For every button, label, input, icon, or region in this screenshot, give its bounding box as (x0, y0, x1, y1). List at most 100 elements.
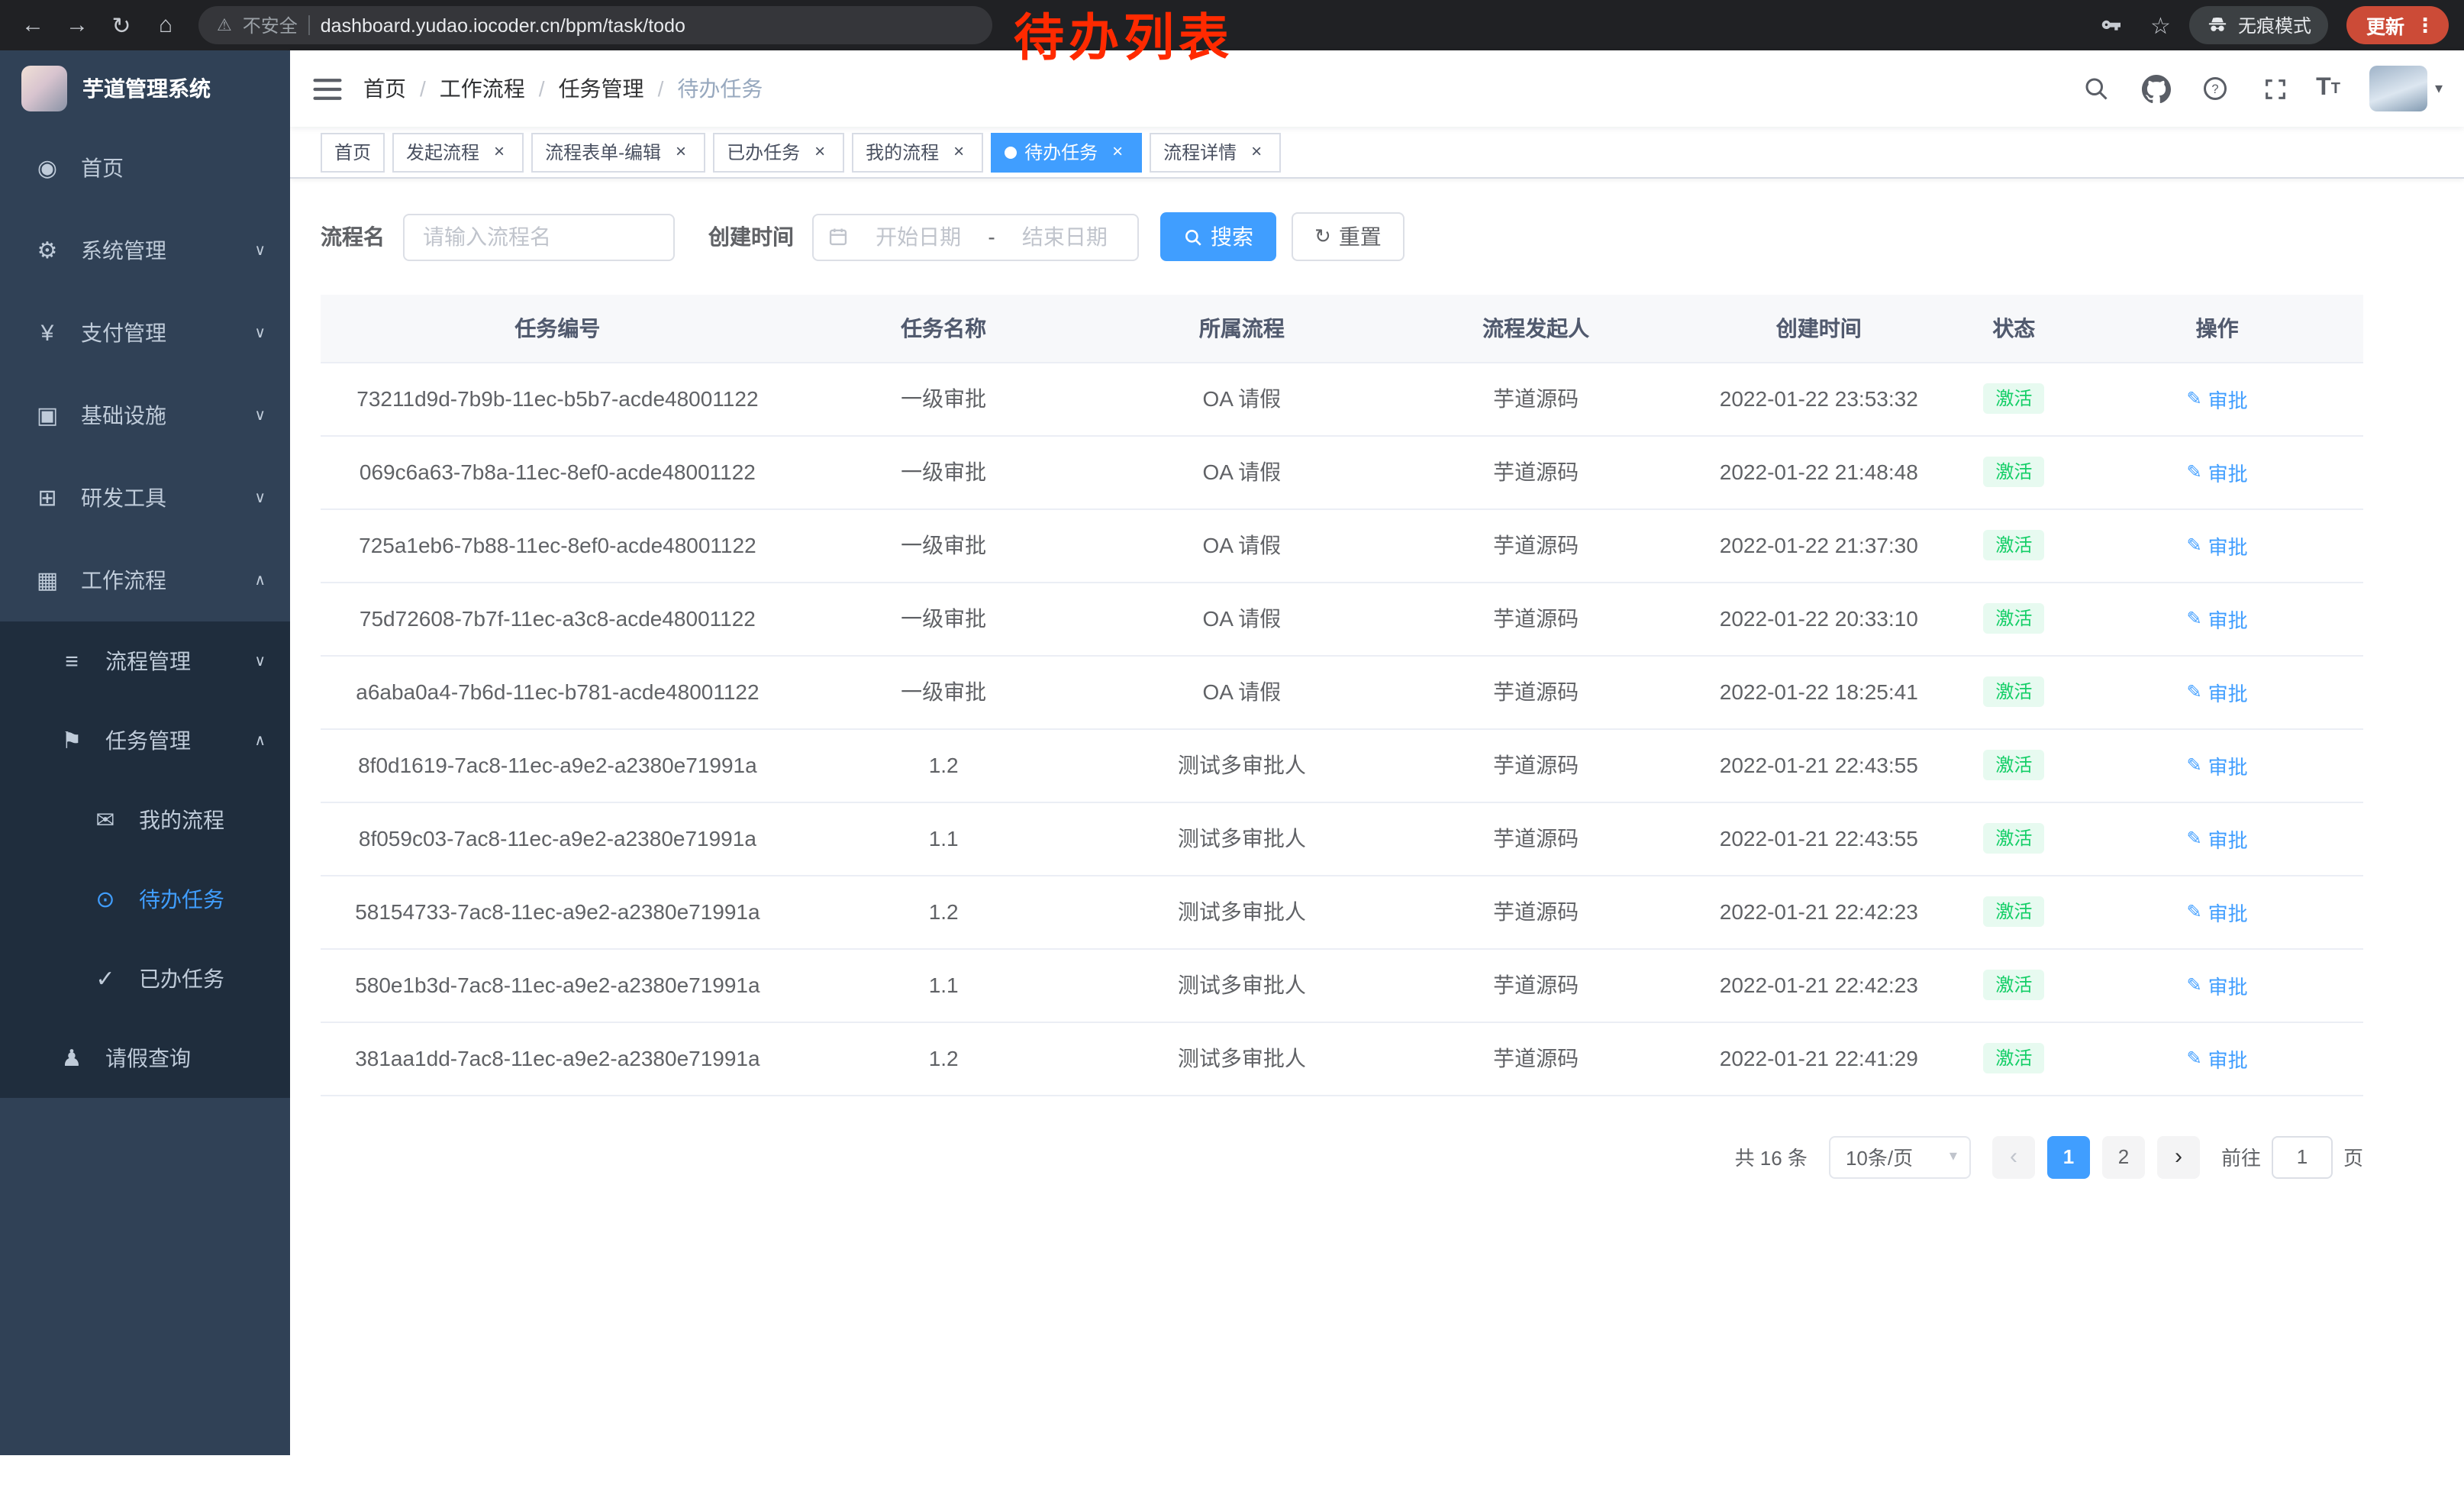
cell-status: 激活 (1956, 875, 2071, 948)
eye-icon: ⊙ (89, 886, 122, 913)
sidebar-item-process-mgmt[interactable]: ≡ 流程管理 ∨ (0, 621, 290, 701)
sidebar-item-infrastructure[interactable]: ▣ 基础设施 ∨ (0, 374, 290, 457)
browser-menu-icon[interactable]: ⋮ (2415, 13, 2435, 37)
sidebar-item-done-tasks[interactable]: ✓ 已办任务 (0, 939, 290, 1018)
start-date-placeholder: 开始日期 (859, 221, 977, 252)
cell-status: 激活 (1956, 948, 2071, 1022)
sidebar-item-my-process[interactable]: ✉ 我的流程 (0, 780, 290, 860)
page-size-select[interactable]: 10条/页 ▾ (1829, 1135, 1971, 1178)
date-separator: - (988, 224, 995, 249)
sidebar-toggle-icon[interactable] (290, 50, 363, 127)
table-body: 73211d9d-7b9b-11ec-b5b7-acde48001122一级审批… (321, 362, 2363, 1095)
prev-page-button[interactable]: ‹ (1992, 1135, 2035, 1178)
approve-link[interactable]: ✎审批 (2187, 970, 2248, 999)
check-icon: ✓ (89, 965, 122, 993)
reset-button[interactable]: ↻ 重置 (1292, 212, 1405, 261)
edit-icon: ✎ (2187, 754, 2202, 776)
red-annotation: 待办列表 (1014, 12, 1234, 65)
sidebar-item-workflow[interactable]: ▦ 工作流程 ∧ (0, 539, 290, 621)
approve-link[interactable]: ✎审批 (2187, 897, 2248, 926)
back-icon[interactable]: ← (12, 5, 53, 46)
cell-action: ✎审批 (2071, 508, 2363, 582)
cell-action: ✎审批 (2071, 948, 2363, 1022)
fullscreen-icon[interactable] (2256, 69, 2293, 108)
approve-link[interactable]: ✎审批 (2187, 457, 2248, 486)
cell-name: 一级审批 (795, 435, 1093, 508)
next-page-button[interactable]: › (2157, 1135, 2200, 1178)
close-icon[interactable]: × (948, 141, 969, 163)
github-icon[interactable] (2137, 69, 2174, 108)
sidebar-item-label: 基础设施 (81, 400, 166, 431)
gear-icon: ⚙ (31, 237, 64, 264)
approve-link[interactable]: ✎审批 (2187, 1044, 2248, 1073)
edit-icon: ✎ (2187, 901, 2202, 922)
user-menu[interactable]: ▾ (2369, 66, 2443, 111)
approve-link[interactable]: ✎审批 (2187, 604, 2248, 633)
tab-done-tasks[interactable]: 已办任务 × (713, 132, 844, 172)
approve-link[interactable]: ✎审批 (2187, 824, 2248, 853)
avatar (2369, 66, 2427, 111)
approve-link[interactable]: ✎审批 (2187, 677, 2248, 706)
sidebar-item-system[interactable]: ⚙ 系统管理 ∨ (0, 209, 290, 292)
address-bar[interactable]: ⚠ 不安全 dashboard.yudao.iocoder.cn/bpm/tas… (198, 6, 992, 44)
font-size-icon[interactable]: TT (2316, 76, 2340, 101)
status-badge: 激活 (1983, 383, 2044, 414)
status-badge: 激活 (1983, 530, 2044, 560)
cell-process: 测试多审批人 (1093, 948, 1392, 1022)
pagination: 共 16 条 10条/页 ▾ ‹ 1 2 › 前往 页 (321, 1135, 2363, 1178)
approve-link[interactable]: ✎审批 (2187, 750, 2248, 780)
page-button-1[interactable]: 1 (2047, 1135, 2090, 1178)
col-action: 操作 (2071, 295, 2363, 362)
tab-home[interactable]: 首页 (321, 132, 385, 172)
cell-time: 2022-01-21 22:42:23 (1681, 948, 1956, 1022)
sidebar-item-label: 研发工具 (81, 483, 166, 513)
process-name-input[interactable] (403, 213, 675, 260)
search-button[interactable]: 搜索 (1160, 212, 1276, 261)
tab-start-process[interactable]: 发起流程 × (392, 132, 524, 172)
table-row: 725a1eb6-7b88-11ec-8ef0-acde48001122一级审批… (321, 508, 2363, 582)
refresh-icon[interactable]: ↻ (101, 5, 142, 46)
cell-starter: 芋道源码 (1391, 582, 1681, 655)
search-icon[interactable] (2078, 69, 2114, 108)
breadcrumb-home[interactable]: 首页 (363, 73, 406, 104)
sidebar-item-leave-query[interactable]: ♟ 请假查询 (0, 1018, 290, 1098)
sidebar-item-label: 系统管理 (81, 235, 166, 266)
home-icon[interactable]: ⌂ (145, 5, 186, 46)
key-icon[interactable] (2091, 5, 2132, 46)
tab-process-detail[interactable]: 流程详情 × (1150, 132, 1281, 172)
goto-page-input[interactable] (2272, 1135, 2333, 1178)
sidebar-item-task-mgmt[interactable]: ⚑ 任务管理 ∧ (0, 701, 290, 780)
bookmark-star-icon[interactable]: ☆ (2150, 11, 2171, 39)
sidebar-item-home[interactable]: ◉ 首页 (0, 127, 290, 209)
close-icon[interactable]: × (809, 141, 830, 163)
caret-down-icon: ▾ (2435, 80, 2443, 97)
sidebar-item-todo-tasks[interactable]: ⊙ 待办任务 (0, 860, 290, 939)
tab-process-form-edit[interactable]: 流程表单-编辑 × (531, 132, 705, 172)
sidebar-item-devtools[interactable]: ⊞ 研发工具 ∨ (0, 457, 290, 539)
cell-name: 1.2 (795, 1022, 1093, 1095)
edit-icon: ✎ (2187, 828, 2202, 849)
close-icon[interactable]: × (670, 141, 692, 163)
close-icon[interactable]: × (1107, 141, 1128, 163)
chrome-right-cluster: ☆ 无痕模式 更新 ⋮ (2091, 5, 2449, 46)
breadcrumb-workflow[interactable]: 工作流程 (440, 73, 525, 104)
tab-todo-tasks[interactable]: 待办任务 × (991, 132, 1142, 172)
forward-icon[interactable]: → (56, 5, 98, 46)
sidebar-item-payment[interactable]: ¥ 支付管理 ∨ (0, 292, 290, 374)
cell-name: 一级审批 (795, 362, 1093, 435)
cell-time: 2022-01-22 20:33:10 (1681, 582, 1956, 655)
breadcrumb-task-mgmt[interactable]: 任务管理 (559, 73, 644, 104)
close-icon[interactable]: × (1246, 141, 1267, 163)
help-icon[interactable]: ? (2197, 69, 2233, 108)
page-button-2[interactable]: 2 (2102, 1135, 2145, 1178)
approve-link[interactable]: ✎审批 (2187, 531, 2248, 560)
cell-process: OA 请假 (1093, 435, 1392, 508)
approve-link[interactable]: ✎审批 (2187, 384, 2248, 413)
sidebar-item-label: 我的流程 (139, 805, 224, 835)
approve-label: 审批 (2208, 677, 2248, 706)
cell-starter: 芋道源码 (1391, 948, 1681, 1022)
update-button[interactable]: 更新 ⋮ (2346, 6, 2449, 44)
date-range-picker[interactable]: 开始日期 - 结束日期 (812, 213, 1139, 260)
close-icon[interactable]: × (489, 141, 510, 163)
tab-my-process[interactable]: 我的流程 × (852, 132, 983, 172)
